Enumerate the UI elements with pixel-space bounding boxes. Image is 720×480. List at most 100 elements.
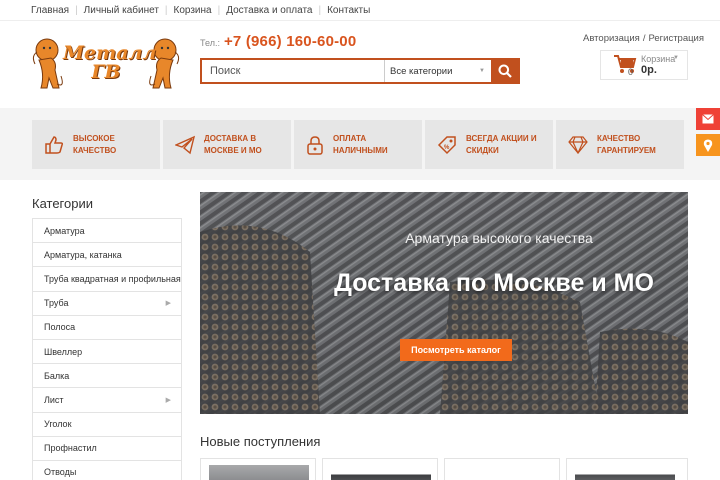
- svg-text:%: %: [444, 145, 450, 151]
- chevron-down-icon: ▼: [673, 55, 679, 61]
- top-navigation: Главная | Личный кабинет | Корзина | Дос…: [0, 0, 720, 21]
- chevron-right-icon: ▶: [165, 396, 171, 404]
- category-label: Труба: [44, 298, 69, 309]
- phone-number[interactable]: +7 (966) 160-60-00: [224, 33, 356, 50]
- side-floating-buttons: [696, 108, 720, 160]
- category-label: Отводы: [44, 467, 77, 478]
- nav-link-contacts[interactable]: Контакты: [327, 5, 370, 16]
- feature-line1: Доставка в: [204, 133, 257, 143]
- product-card[interactable]: [566, 458, 688, 480]
- product-card[interactable]: [444, 458, 560, 480]
- feature-line1: Оплата: [333, 133, 367, 143]
- features-band: Высокое качество Доставка в Москве и МО Оп…: [0, 108, 720, 180]
- product-card[interactable]: [322, 458, 438, 480]
- nav-link-delivery[interactable]: Доставка и оплата: [226, 5, 312, 16]
- cart-icon: [613, 54, 639, 76]
- search-button[interactable]: [491, 60, 518, 82]
- category-item[interactable]: Арматура, катанка: [33, 243, 181, 268]
- feature-line2: качество: [73, 145, 117, 155]
- category-label: Балка: [44, 370, 70, 381]
- feature-line2: гарантируем: [597, 145, 656, 155]
- category-item[interactable]: Уголок: [33, 412, 181, 437]
- nav-separator: |: [164, 4, 168, 16]
- category-item[interactable]: Отводы: [33, 460, 181, 480]
- cart-widget[interactable]: 0 Корзина 0р. ▼: [600, 50, 688, 80]
- login-link[interactable]: Авторизация: [583, 33, 640, 44]
- nav-separator: |: [318, 4, 322, 16]
- category-item[interactable]: Труба ▶: [33, 291, 181, 316]
- cart-text: Корзина 0р.: [641, 54, 675, 76]
- banner-title: Доставка по Москве и МО: [334, 269, 654, 297]
- product-image: [331, 465, 431, 480]
- category-item[interactable]: Арматура: [33, 219, 181, 244]
- nav-separator: |: [217, 4, 221, 16]
- category-label: Труба квадратная и профильная: [44, 273, 181, 284]
- search-bar: Все категории ▼: [200, 58, 520, 84]
- feature-text: Всегда акции и скидки: [466, 133, 537, 157]
- category-item[interactable]: Швеллер: [33, 339, 181, 365]
- chevron-down-icon: ▼: [479, 68, 485, 74]
- category-label: Профнастил: [44, 443, 97, 454]
- category-item[interactable]: Полоса: [33, 315, 181, 340]
- auth-separator: /: [642, 33, 646, 44]
- feature-line2: Москве и МО: [204, 145, 262, 155]
- product-image: [575, 465, 675, 480]
- site-header: Металл ГВ Тел.: +7 (966) 160-60-00 Все к…: [0, 22, 720, 108]
- product-image: [453, 465, 553, 480]
- search-category-select[interactable]: Все категории ▼: [384, 60, 491, 82]
- category-item[interactable]: Лист ▶: [33, 388, 181, 413]
- nav-link-cart[interactable]: Корзина: [174, 5, 212, 16]
- feature-guarantee: Качество гарантируем: [556, 120, 684, 169]
- hero-banner[interactable]: Арматура высокого качества Доставка по М…: [200, 192, 688, 414]
- logo-text-line2: ГВ: [91, 61, 121, 83]
- lock-icon: [307, 135, 323, 155]
- chevron-right-icon: ▶: [165, 300, 171, 308]
- feature-sales: % Всегда акции и скидки: [425, 120, 553, 169]
- register-link[interactable]: Регистрация: [648, 33, 704, 44]
- search-input[interactable]: [202, 60, 384, 82]
- nav-link-home[interactable]: Главная: [31, 5, 69, 16]
- feature-text: Доставка в Москве и МО: [204, 133, 262, 157]
- feature-text: Высокое качество: [73, 133, 116, 157]
- product-image: [209, 465, 309, 480]
- auth-links: Авторизация / Регистрация: [583, 33, 704, 44]
- search-icon: [498, 64, 512, 78]
- nav-separator: |: [75, 4, 78, 16]
- category-label: Арматура: [44, 225, 85, 236]
- categories-list: Арматура Арматура, катанка Труба квадрат…: [32, 218, 182, 480]
- diamond-icon: [568, 135, 588, 154]
- rebar-background-image: [200, 192, 688, 414]
- feature-cash: Оплата наличными: [294, 120, 422, 169]
- feature-quality: Высокое качество: [32, 120, 160, 169]
- mail-button[interactable]: [696, 108, 720, 130]
- category-label: Швеллер: [44, 346, 83, 357]
- tag-icon: %: [437, 135, 456, 154]
- category-item[interactable]: Балка: [33, 364, 181, 389]
- product-card[interactable]: [200, 458, 316, 480]
- category-label: Уголок: [44, 419, 72, 430]
- map-button[interactable]: [696, 134, 720, 156]
- category-item[interactable]: Труба квадратная и профильная: [33, 267, 181, 292]
- feature-line1: Всегда акции и: [466, 133, 537, 143]
- categories-title: Категории: [32, 196, 93, 211]
- map-pin-icon: [703, 139, 713, 152]
- cart-sum: 0р.: [641, 64, 657, 76]
- thumbs-up-icon: [45, 135, 64, 154]
- view-catalog-button[interactable]: Посмотреть каталог: [400, 339, 512, 361]
- category-label: Лист: [44, 394, 64, 405]
- logo-text: Металл ГВ: [63, 44, 156, 83]
- feature-line1: Высокое: [73, 133, 115, 143]
- site-logo[interactable]: Металл ГВ: [31, 34, 181, 92]
- category-label: Арматура, катанка: [44, 249, 122, 260]
- phone-block: Тел.: +7 (966) 160-60-00: [200, 33, 356, 50]
- feature-line1: Качество: [597, 133, 641, 143]
- feature-delivery: Доставка в Москве и МО: [163, 120, 291, 169]
- paper-plane-icon: [175, 135, 195, 154]
- feature-line2: скидки: [466, 145, 499, 155]
- category-item[interactable]: Профнастил: [33, 436, 181, 461]
- new-arrivals-title: Новые поступления: [200, 434, 321, 449]
- envelope-icon: [702, 114, 714, 124]
- nav-link-account[interactable]: Личный кабинет: [84, 5, 159, 16]
- cart-label: Корзина: [641, 54, 676, 64]
- feature-line2: наличными: [333, 145, 388, 155]
